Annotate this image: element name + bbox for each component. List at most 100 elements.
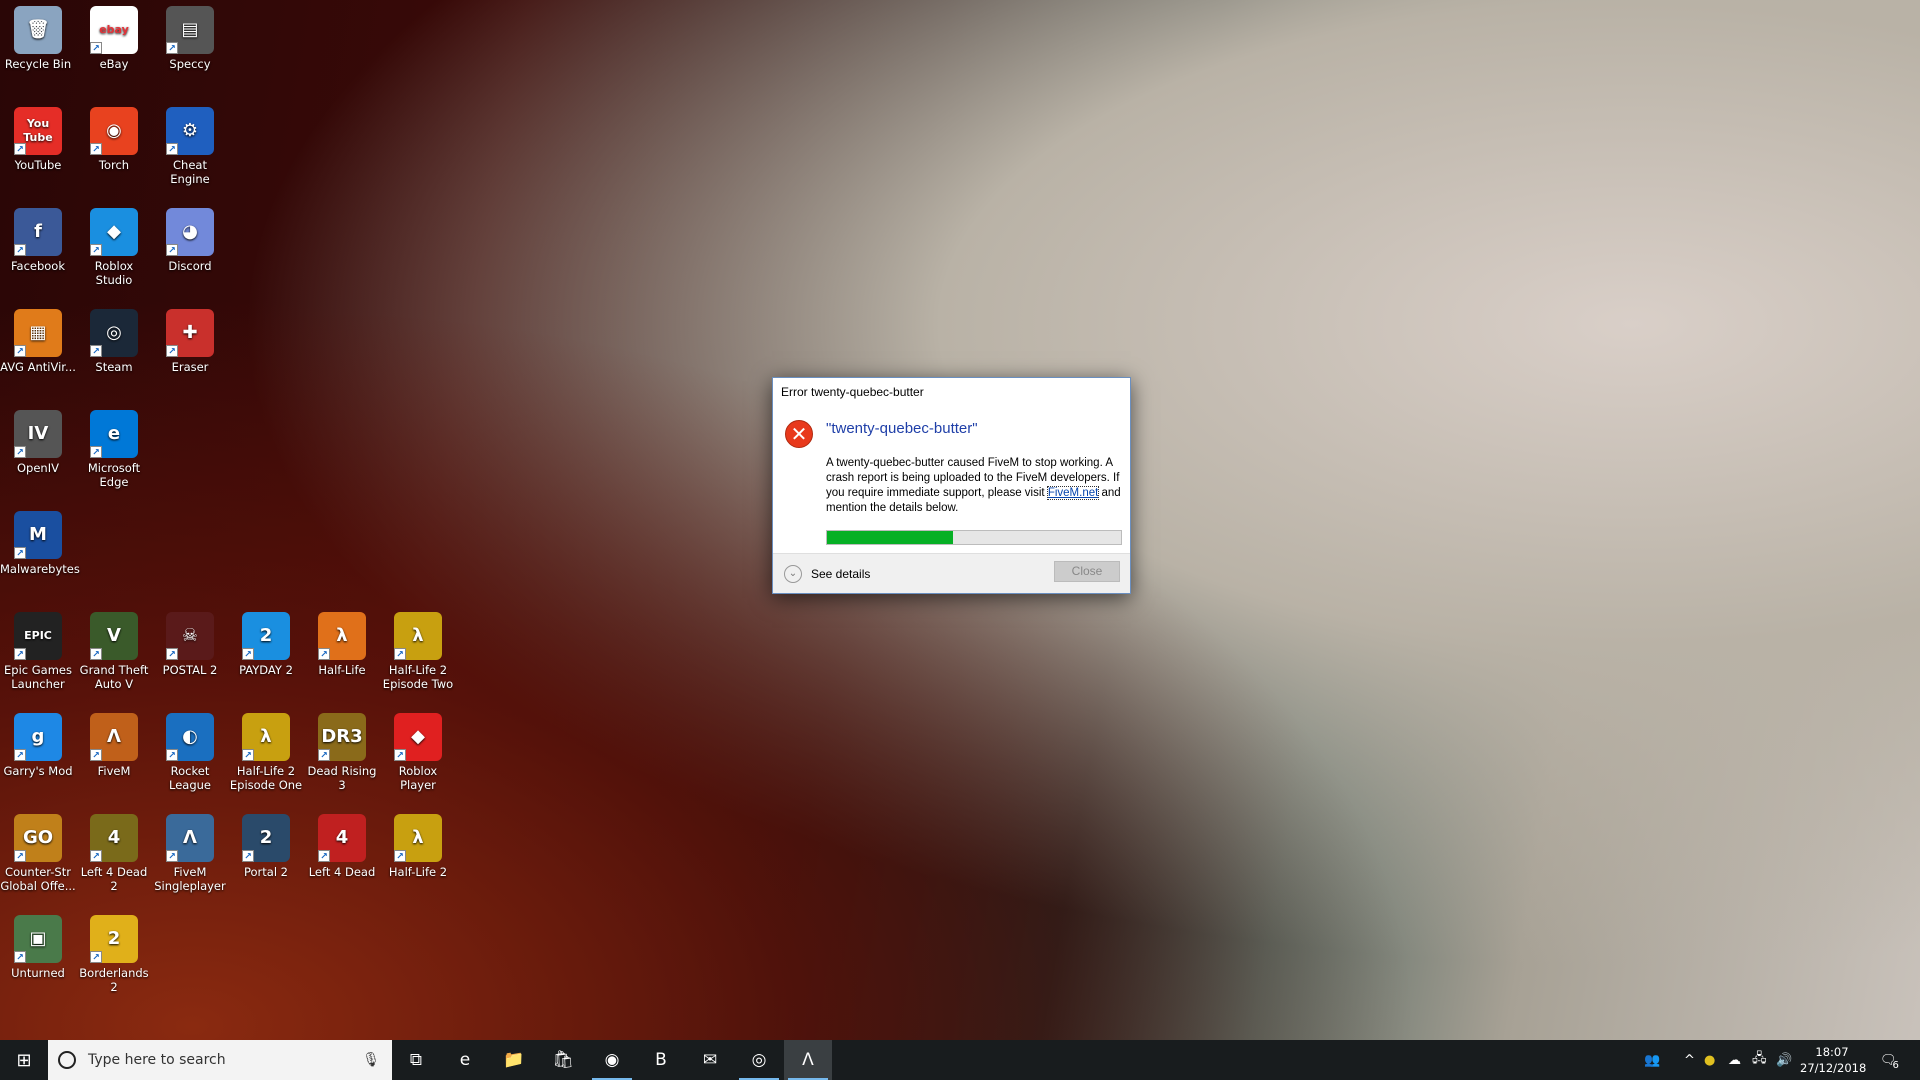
desktop-icon[interactable]: EPIC ↗ Epic Games Launcher: [0, 606, 76, 707]
desktop-icon-label: Half-Life 2 Episode One: [229, 764, 303, 792]
desktop-icon-label: Eraser: [171, 360, 209, 374]
desktop-icon[interactable]: λ ↗ Half-Life: [304, 606, 380, 707]
desktop-icon[interactable]: GO ↗ Counter-Str Global Offe...: [0, 808, 76, 909]
notification-count: 6: [1892, 1059, 1899, 1071]
app-glyph: ⚙: [181, 120, 199, 141]
desktop-icon[interactable]: DR3 ↗ Dead Rising 3: [304, 707, 380, 808]
taskbar-fivem-icon[interactable]: Λ: [784, 1040, 832, 1080]
app-icon: ◕ ↗: [166, 208, 214, 256]
see-details-button[interactable]: See details: [811, 567, 870, 581]
desktop-icon-label: Torch: [98, 158, 130, 172]
desktop-icon[interactable]: M ↗ Malwarebytes: [0, 505, 80, 606]
desktop-icon[interactable]: 2 ↗ PAYDAY 2: [228, 606, 304, 707]
desktop-icon-label: Left 4 Dead: [308, 865, 376, 879]
dialog-footer: ⌄ See details Close: [773, 553, 1130, 593]
clock[interactable]: 18:07 27/12/2018: [1800, 1044, 1866, 1076]
desktop-icon[interactable]: 4 ↗ Left 4 Dead: [304, 808, 380, 909]
desktop-icon[interactable]: ◐ ↗ Rocket League: [152, 707, 228, 808]
desktop-icon[interactable]: ▣ ↗ Unturned: [0, 909, 76, 1010]
chevron-down-icon[interactable]: ⌄: [784, 565, 802, 583]
desktop-icon-label: Unturned: [11, 966, 65, 980]
shortcut-arrow-icon: ↗: [14, 951, 26, 963]
desktop-icon[interactable]: ebay ↗ eBay: [76, 0, 152, 101]
desktop-icon[interactable]: ☠ ↗ POSTAL 2: [152, 606, 228, 707]
desktop-icon[interactable]: 🗑 Recycle Bin: [0, 0, 76, 101]
chevron-up-icon[interactable]: ^: [1684, 1040, 1695, 1080]
network-icon[interactable]: 🖧: [1752, 1040, 1767, 1080]
taskbar-mail-icon[interactable]: ✉: [686, 1040, 734, 1080]
desktop-icon[interactable]: You Tube ↗ YouTube: [0, 101, 76, 202]
desktop-icon[interactable]: e ↗ Microsoft Edge: [76, 404, 152, 505]
desktop-icon[interactable]: ◆ ↗ Roblox Studio: [76, 202, 152, 303]
desktop-icon[interactable]: ▦ ↗ AVG AntiVir...: [0, 303, 76, 404]
desktop-icon[interactable]: ◎ ↗ Steam: [76, 303, 152, 404]
desktop-icon-label: Roblox Studio: [94, 259, 134, 287]
desktop-icon[interactable]: ⚙ ↗ Cheat Engine: [152, 101, 228, 202]
desktop-icon-label: FiveM Singleplayer: [154, 865, 226, 893]
desktop-icon[interactable]: 4 ↗ Left 4 Dead 2: [76, 808, 152, 909]
shortcut-arrow-icon: ↗: [166, 42, 178, 54]
desktop-icon-label: Garry's Mod: [3, 764, 73, 778]
search-input[interactable]: Type here to search: [88, 1052, 226, 1068]
app-glyph: Λ: [107, 726, 121, 747]
action-center-button[interactable]: 🗨 6: [1880, 1040, 1899, 1080]
app-glyph: ▦: [29, 322, 47, 343]
desktop-icon[interactable]: g ↗ Garry's Mod: [0, 707, 76, 808]
shortcut-arrow-icon: ↗: [90, 143, 102, 155]
desktop-icon[interactable]: ◉ ↗ Torch: [76, 101, 152, 202]
taskbar-store-icon[interactable]: 🛍: [539, 1040, 587, 1080]
taskbar-edge-icon[interactable]: e: [441, 1040, 489, 1080]
app-glyph: 2: [259, 625, 273, 646]
app-glyph: ◕: [182, 221, 198, 242]
shortcut-arrow-icon: ↗: [394, 749, 406, 761]
desktop-icon[interactable]: ▤ ↗ Speccy: [152, 0, 228, 101]
volume-icon[interactable]: 🔊: [1776, 1040, 1792, 1080]
app-icon: V ↗: [90, 612, 138, 660]
shortcut-arrow-icon: ↗: [394, 648, 406, 660]
desktop-icon[interactable]: f ↗ Facebook: [0, 202, 76, 303]
taskbar-steam-icon[interactable]: ◎: [735, 1040, 783, 1080]
shortcut-arrow-icon: ↗: [166, 244, 178, 256]
close-button[interactable]: Close: [1054, 561, 1120, 582]
shortcut-arrow-icon: ↗: [318, 749, 330, 761]
app-icon: ☠ ↗: [166, 612, 214, 660]
shortcut-arrow-icon: ↗: [242, 749, 254, 761]
shortcut-arrow-icon: ↗: [166, 345, 178, 357]
onedrive-icon[interactable]: ☁: [1728, 1040, 1741, 1080]
app-icon: 🗑: [14, 6, 62, 54]
desktop-icon[interactable]: ◕ ↗ Discord: [152, 202, 228, 303]
start-button[interactable]: ⊞: [0, 1040, 48, 1080]
desktop-icon[interactable]: λ ↗ Half-Life 2: [380, 808, 456, 909]
microphone-icon[interactable]: 🎙: [362, 1040, 380, 1080]
desktop-icon[interactable]: 2 ↗ Borderlands 2: [76, 909, 152, 1010]
error-icon: ✕: [785, 420, 813, 448]
dialog-title: Error twenty-quebec-butter: [781, 385, 924, 399]
desktop-icon[interactable]: λ ↗ Half-Life 2 Episode Two: [380, 606, 456, 707]
desktop-icon[interactable]: ◆ ↗ Roblox Player: [380, 707, 456, 808]
app-icon: ▤ ↗: [166, 6, 214, 54]
desktop-icon[interactable]: V ↗ Grand Theft Auto V: [76, 606, 152, 707]
app-icon: You Tube ↗: [14, 107, 62, 155]
shortcut-arrow-icon: ↗: [14, 446, 26, 458]
desktop-icon[interactable]: λ ↗ Half-Life 2 Episode One: [228, 707, 304, 808]
norton-icon[interactable]: ●: [1704, 1040, 1715, 1080]
taskbar-torch-icon[interactable]: ◉: [588, 1040, 636, 1080]
desktop-icon[interactable]: ✚ ↗ Eraser: [152, 303, 228, 404]
taskbar-b-app-icon[interactable]: B: [637, 1040, 685, 1080]
search-box[interactable]: Type here to search 🎙: [48, 1040, 392, 1080]
taskbar-file-explorer-icon[interactable]: 📁: [490, 1040, 538, 1080]
fivem-link[interactable]: FiveM.net: [1046, 486, 1100, 500]
taskbar-task-view-icon[interactable]: ⧉: [392, 1040, 440, 1080]
desktop-icon-label: Roblox Player: [398, 764, 438, 792]
desktop-icon[interactable]: Λ ↗ FiveM Singleplayer: [152, 808, 228, 909]
app-glyph: g: [31, 726, 45, 747]
people-icon[interactable]: 👥: [1644, 1040, 1660, 1080]
shortcut-arrow-icon: ↗: [14, 547, 26, 559]
desktop-icon-label: Grand Theft Auto V: [79, 663, 149, 691]
app-icon: 4 ↗: [318, 814, 366, 862]
desktop-icon[interactable]: IV ↗ OpenIV: [0, 404, 76, 505]
desktop-icon[interactable]: Λ ↗ FiveM: [76, 707, 152, 808]
app-icon: 2 ↗: [242, 612, 290, 660]
desktop-icon[interactable]: 2 ↗ Portal 2: [228, 808, 304, 909]
shortcut-arrow-icon: ↗: [242, 648, 254, 660]
